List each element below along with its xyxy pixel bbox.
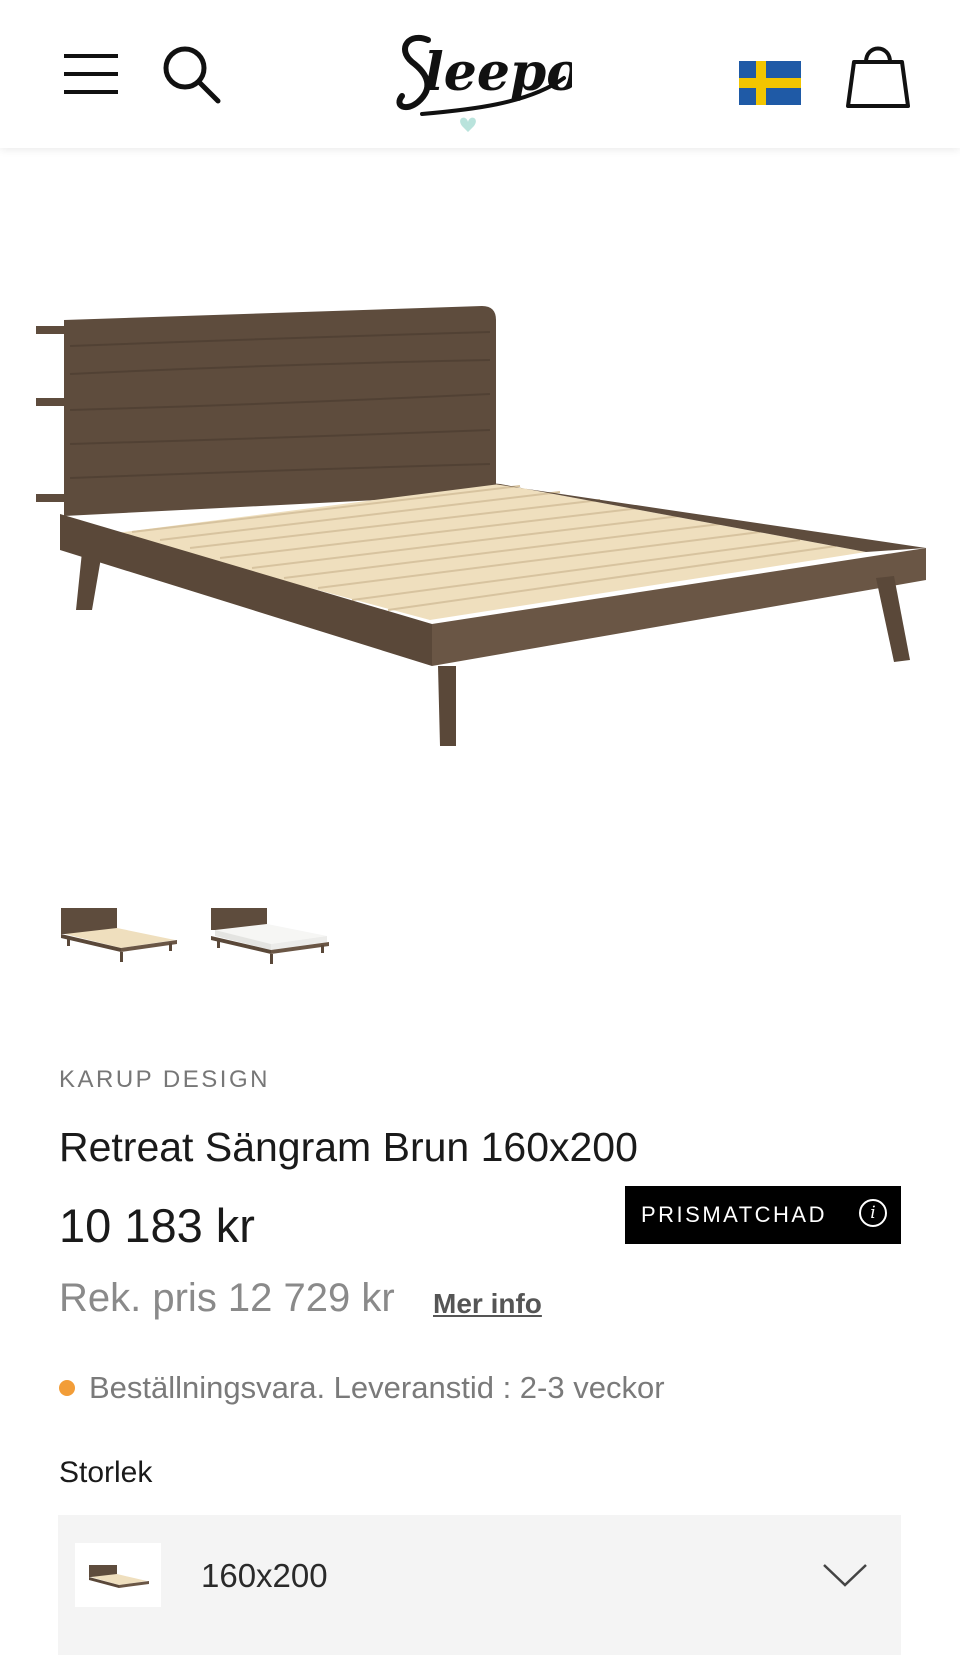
bed-frame-thumbnail[interactable] — [57, 900, 185, 980]
swedish-flag-icon[interactable] — [739, 61, 801, 105]
chevron-down-icon — [823, 1564, 867, 1587]
size-select[interactable]: 160x200 — [58, 1515, 901, 1655]
sleepo-logo-mark: leepo — [396, 35, 581, 132]
availability-text: Beställningsvara. Leveranstid : 2-3 veck… — [89, 1370, 665, 1405]
product-main-image[interactable] — [0, 148, 960, 848]
hamburger-menu-icon[interactable] — [62, 52, 120, 96]
availability-dot-icon — [59, 1380, 75, 1396]
info-icon: i — [859, 1199, 887, 1227]
size-label: Storlek — [59, 1456, 153, 1489]
size-option-thumbnail — [75, 1543, 161, 1607]
product-brand[interactable]: KARUP DESIGN — [59, 1066, 270, 1094]
sleepo-logo[interactable]: leepo — [388, 18, 581, 138]
price-match-badge[interactable]: PRISMATCHAD i — [625, 1186, 901, 1244]
svg-text:leepo: leepo — [424, 42, 572, 103]
site-header: leepo — [0, 0, 960, 148]
more-info-link[interactable]: Mer info — [433, 1288, 542, 1320]
product-title: Retreat Sängram Brun 160x200 — [59, 1124, 638, 1170]
shopping-bag-icon[interactable] — [846, 36, 910, 110]
product-price: 10 183 kr — [59, 1199, 255, 1252]
search-icon[interactable] — [160, 44, 224, 104]
selected-size: 160x200 — [201, 1557, 328, 1594]
recommended-price: Rek. pris 12 729 kr — [59, 1276, 395, 1320]
bed-with-mattress-thumbnail[interactable] — [207, 900, 335, 980]
price-match-label: PRISMATCHAD — [641, 1202, 827, 1227]
availability-status: Beställningsvara. Leveranstid : 2-3 veck… — [59, 1370, 665, 1406]
